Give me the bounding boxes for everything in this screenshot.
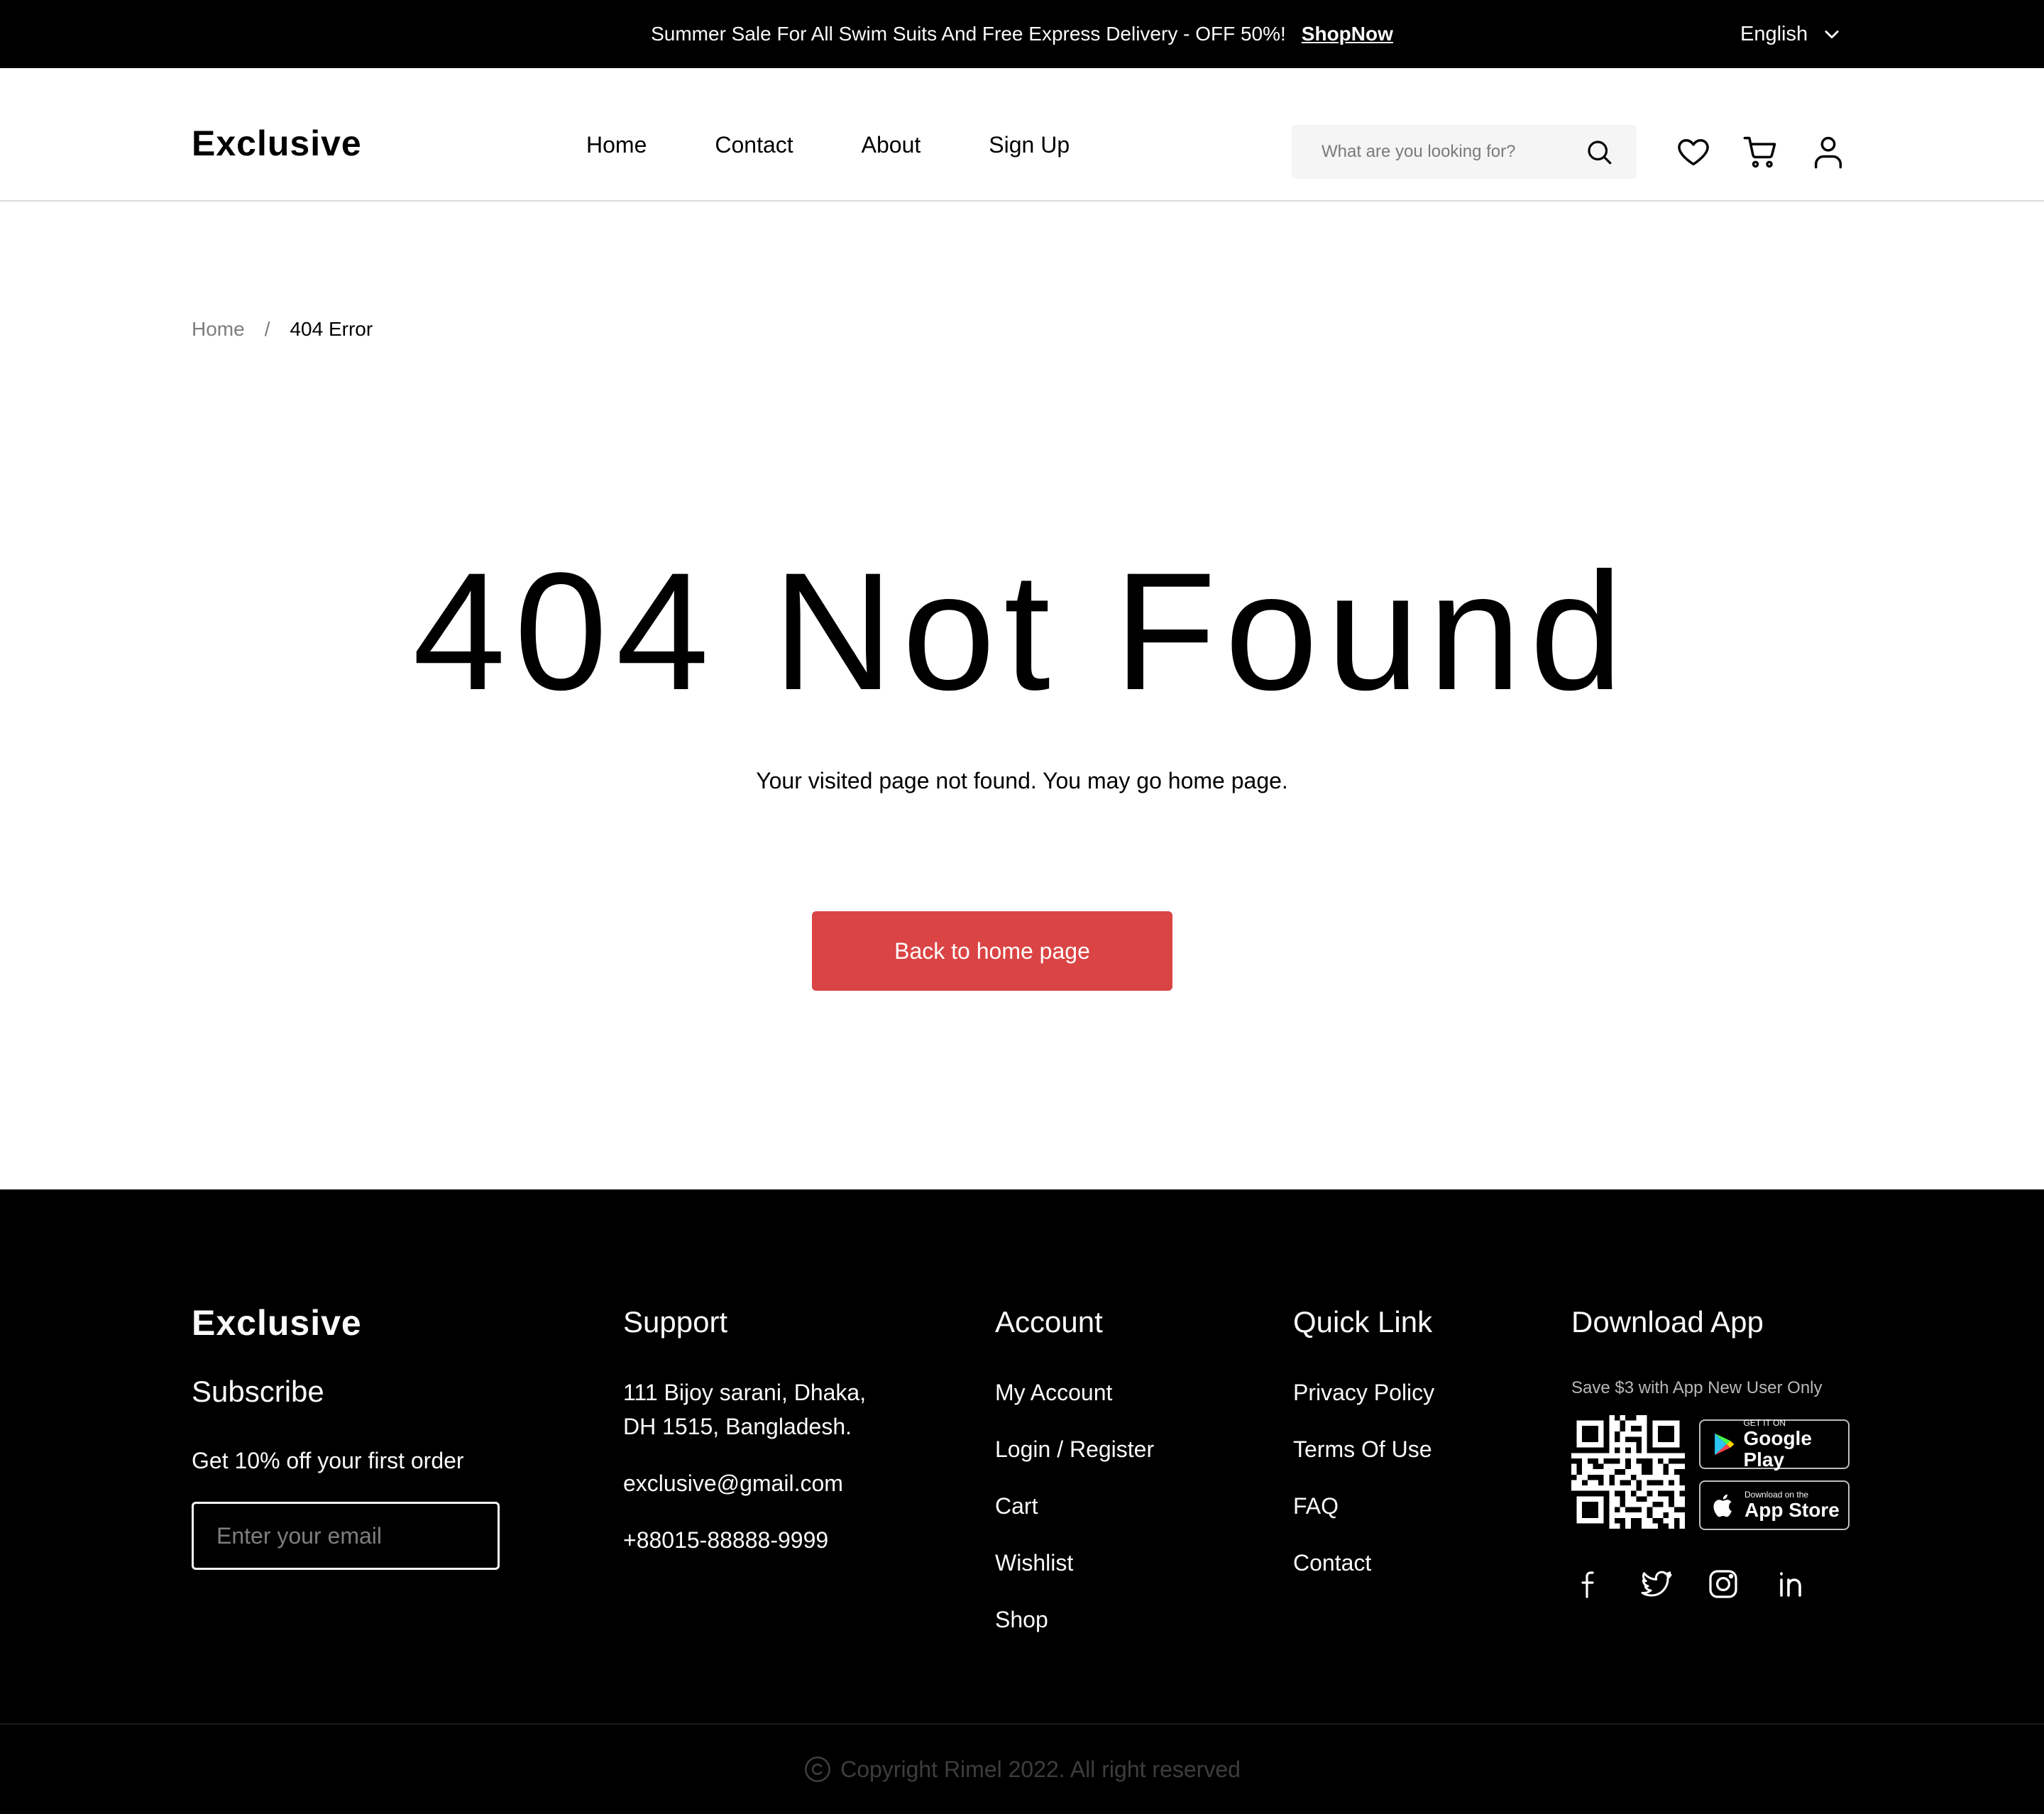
subscribe-form <box>192 1502 516 1570</box>
heart-icon[interactable] <box>1675 133 1712 170</box>
support-address-line2: DH 1515, Bangladesh. <box>623 1414 852 1439</box>
link-cart[interactable]: Cart <box>995 1492 1038 1520</box>
instagram-icon[interactable] <box>1706 1567 1740 1601</box>
download-note: Save $3 with App New User Only <box>1571 1378 1823 1397</box>
support-email[interactable]: exclusive@gmail.com <box>623 1469 843 1497</box>
email-field[interactable] <box>215 1522 516 1550</box>
link-contact[interactable]: Contact <box>1293 1549 1371 1577</box>
quick-link-title: Quick Link <box>1293 1305 1433 1338</box>
copyright-bar: Copyright Rimel 2022. All right reserved <box>0 1723 2044 1814</box>
promo-banner: Summer Sale For All Swim Suits And Free … <box>0 0 2044 68</box>
apple-icon <box>1713 1494 1732 1517</box>
footer-logo: Exclusive <box>192 1303 362 1343</box>
breadcrumb-separator: / <box>264 318 270 340</box>
copyright-icon <box>805 1757 831 1782</box>
search-bar <box>1292 125 1637 179</box>
site-footer: Exclusive Subscribe Get 10% off your fir… <box>0 1189 2044 1814</box>
shop-now-link[interactable]: ShopNow <box>1302 23 1393 45</box>
nav-contact[interactable]: Contact <box>715 131 793 159</box>
app-store-badge[interactable]: Download on the App Store <box>1699 1480 1850 1530</box>
nav-home[interactable]: Home <box>586 131 647 159</box>
link-shop[interactable]: Shop <box>995 1605 1048 1634</box>
breadcrumb: Home / 404 Error <box>192 315 373 343</box>
copyright-text: Copyright Rimel 2022. All right reserved <box>840 1756 1241 1782</box>
nav-sign-up[interactable]: Sign Up <box>989 131 1070 159</box>
user-icon[interactable] <box>1810 133 1847 170</box>
subscribe-title: Subscribe <box>192 1375 324 1408</box>
cart-icon[interactable] <box>1742 133 1779 170</box>
promo-text: Summer Sale For All Swim Suits And Free … <box>651 23 1286 45</box>
language-label: English <box>1740 22 1808 45</box>
nav-about[interactable]: About <box>862 131 921 159</box>
breadcrumb-home[interactable]: Home <box>192 315 245 343</box>
google-play-icon <box>1715 1433 1735 1456</box>
support-address-line1: 111 Bijoy sarani, Dhaka, <box>623 1380 867 1405</box>
google-play-small: GET IT ON <box>1743 1418 1786 1428</box>
page-subtitle: Your visited page not found. You may go … <box>756 768 1288 793</box>
search-input[interactable] <box>1320 141 1584 163</box>
linkedin-icon[interactable] <box>1774 1567 1808 1601</box>
app-store-label: App Store <box>1744 1499 1840 1521</box>
subscribe-text: Get 10% off your first order <box>192 1448 464 1473</box>
link-my-account[interactable]: My Account <box>995 1378 1112 1407</box>
twitter-icon[interactable] <box>1639 1567 1674 1601</box>
link-login-register[interactable]: Login / Register <box>995 1435 1154 1463</box>
top-promo-bar: Summer Sale For All Swim Suits And Free … <box>0 0 2044 68</box>
support-phone[interactable]: +88015-88888-9999 <box>623 1526 828 1554</box>
main-nav: Home Contact About Sign Up <box>586 131 1070 159</box>
facebook-icon[interactable] <box>1573 1567 1607 1601</box>
link-wishlist[interactable]: Wishlist <box>995 1549 1073 1577</box>
page-title: 404 Not Found <box>412 538 1632 725</box>
google-play-badge[interactable]: GET IT ON Google Play <box>1699 1418 1850 1471</box>
download-title: Download App <box>1571 1305 1764 1338</box>
logo[interactable]: Exclusive <box>192 123 362 163</box>
google-play-label: Google Play <box>1743 1427 1812 1471</box>
app-store-small: Download on the <box>1744 1490 1809 1500</box>
link-faq[interactable]: FAQ <box>1293 1492 1339 1520</box>
back-to-home-button[interactable]: Back to home page <box>812 911 1172 991</box>
account-title: Account <box>995 1305 1103 1338</box>
support-title: Support <box>623 1305 728 1338</box>
chevron-down-icon <box>1825 31 1839 39</box>
qr-code-icon <box>1571 1415 1685 1529</box>
breadcrumb-current: 404 Error <box>290 318 373 340</box>
link-privacy-policy[interactable]: Privacy Policy <box>1293 1378 1434 1407</box>
site-header: Exclusive Home Contact About Sign Up <box>0 68 2044 202</box>
language-selector[interactable]: English <box>1740 0 1842 68</box>
search-icon[interactable] <box>1584 137 1614 167</box>
link-terms-of-use[interactable]: Terms Of Use <box>1293 1435 1432 1463</box>
